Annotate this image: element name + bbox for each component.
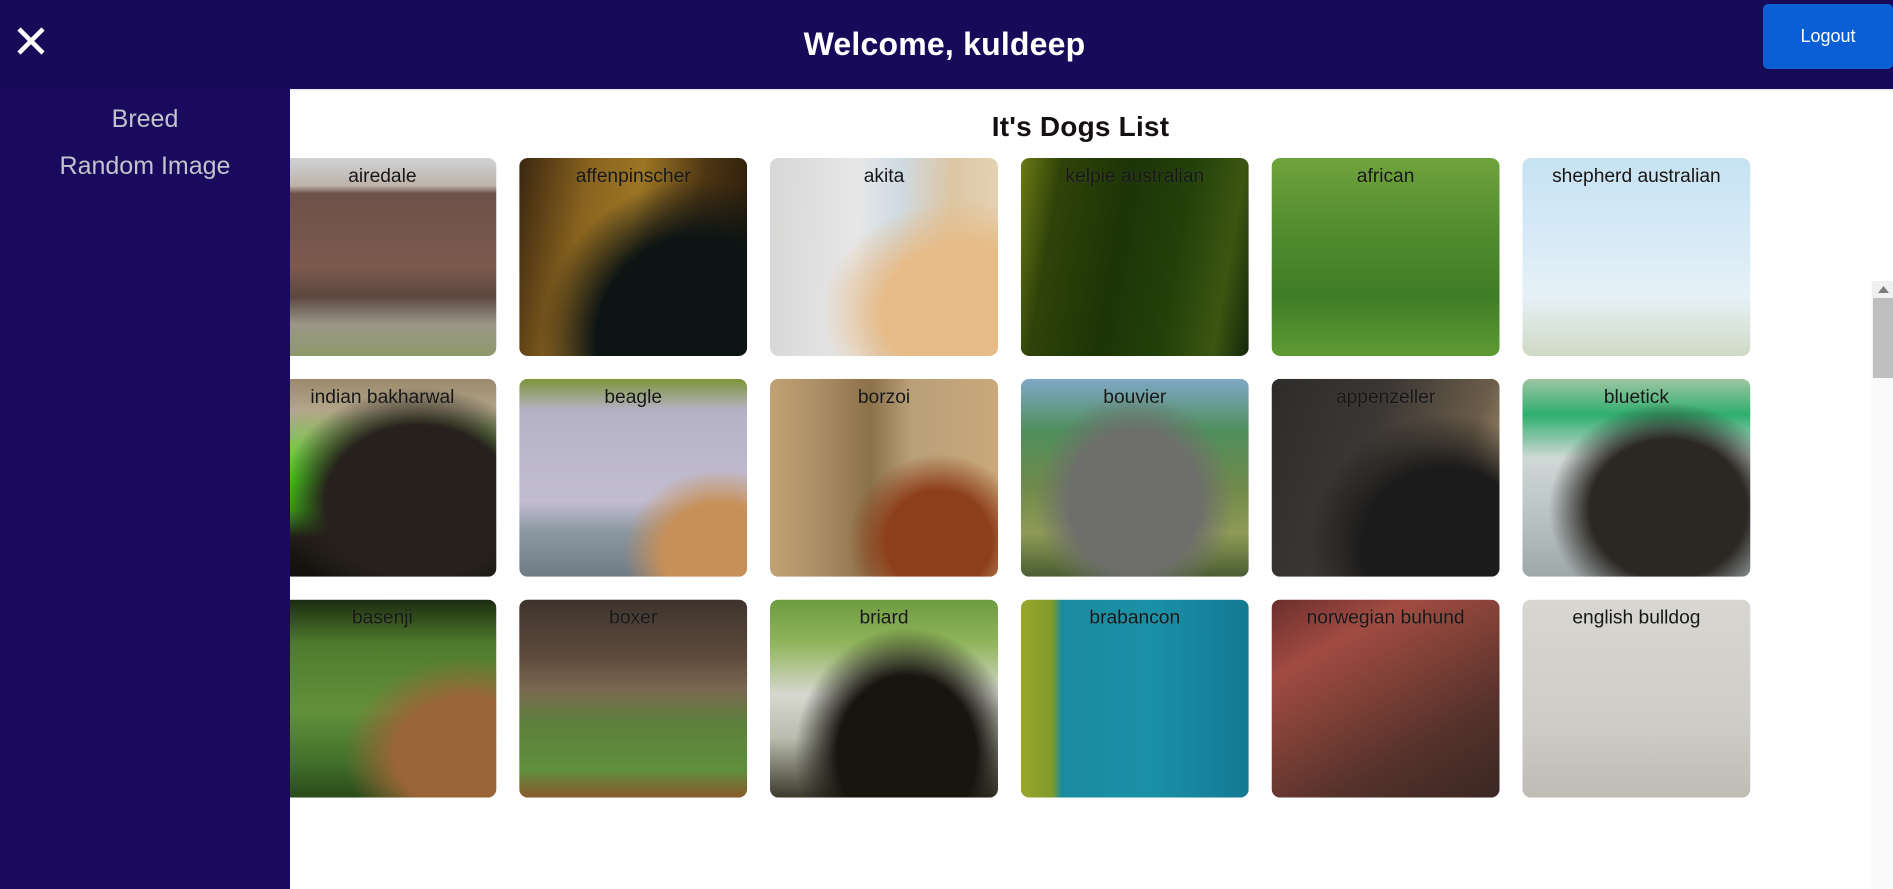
logout-button[interactable]: Logout [1763, 4, 1893, 69]
dog-card[interactable]: african [1271, 158, 1500, 356]
sidebar-item-random-image[interactable]: Random Image [0, 143, 290, 190]
dog-card-label: african [1356, 166, 1415, 187]
dog-card[interactable]: appenzeller [1271, 378, 1500, 577]
dog-card-label: indian bakharwal [310, 387, 455, 408]
dog-card[interactable]: brabancon [1020, 599, 1249, 798]
dog-card-label: bouvier [1103, 387, 1167, 408]
dog-card-label: boxer [609, 608, 658, 629]
welcome-title: Welcome, kuldeep [803, 25, 1086, 62]
dog-card-label: english bulldog [1572, 608, 1701, 629]
dog-card-label: brabancon [1089, 608, 1181, 629]
dog-card-label: beagle [604, 387, 663, 408]
dog-card[interactable]: boxer [519, 599, 748, 798]
app-root: Welcome, kuldeep Logout Breed Random Ima… [0, 0, 1893, 889]
dog-card[interactable]: affenpinscher [519, 158, 748, 356]
dog-card[interactable]: bouvier [1020, 378, 1249, 577]
dog-card-label: kelpie australian [1065, 166, 1205, 187]
dogs-grid-scroll-area[interactable]: airedale affenpinscher akita kelpie austral… [290, 158, 1893, 889]
dog-card[interactable]: kelpie australian [1020, 158, 1249, 356]
dog-card[interactable]: airedale [290, 158, 497, 356]
vertical-scrollbar[interactable] [1871, 281, 1893, 889]
dog-card-label: shepherd australian [1552, 166, 1721, 187]
dog-card[interactable]: shepherd australian [1522, 158, 1751, 356]
sidebar-item-breed[interactable]: Breed [0, 96, 290, 143]
dog-card[interactable]: briard [770, 599, 999, 798]
dog-card-label: basenji [351, 608, 413, 629]
dog-card-label: briard [859, 608, 909, 629]
page-title: It's Dogs List [991, 111, 1170, 142]
scrollbar-track[interactable] [1872, 378, 1893, 889]
dog-card[interactable]: basenji [290, 599, 497, 798]
chevron-up-icon[interactable] [1872, 281, 1893, 298]
dog-card[interactable]: bluetick [1522, 378, 1751, 577]
dog-card[interactable]: english bulldog [1522, 599, 1751, 798]
dog-card-label: borzoi [857, 387, 911, 408]
dog-card-label: norwegian buhund [1306, 608, 1465, 629]
dog-card-label: appenzeller [1335, 387, 1436, 408]
dog-card[interactable]: norwegian buhund [1271, 599, 1500, 798]
dogs-grid: airedale affenpinscher akita kelpie austral… [290, 158, 1790, 798]
scrollbar-thumb[interactable] [1873, 298, 1893, 378]
dog-card[interactable]: akita [770, 158, 999, 356]
dog-card-label: airedale [348, 166, 417, 187]
dog-card-label: affenpinscher [575, 166, 691, 187]
dog-card[interactable]: indian bakharwal [290, 378, 497, 577]
dog-card-label: akita [863, 166, 905, 187]
sidebar: Breed Random Image [0, 88, 290, 889]
dog-card[interactable]: borzoi [770, 378, 999, 577]
app-header: Welcome, kuldeep Logout [0, 0, 1893, 88]
content-panel: It's Dogs List airedale affenpinscher akit… [290, 89, 1893, 889]
dog-card-label: bluetick [1603, 387, 1669, 408]
dog-card[interactable]: beagle [519, 378, 748, 577]
